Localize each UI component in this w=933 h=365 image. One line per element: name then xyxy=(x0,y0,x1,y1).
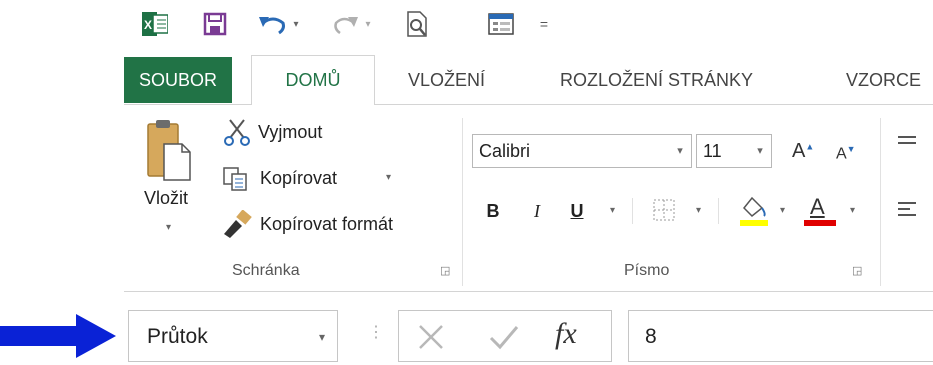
font-color-button[interactable]: A xyxy=(802,194,836,228)
borders-icon[interactable] xyxy=(652,198,678,224)
copy-icon xyxy=(222,166,252,192)
font-name-dropdown-icon[interactable]: ▾ xyxy=(669,135,691,167)
fill-color-icon[interactable] xyxy=(738,194,770,228)
formula-input-value: 8 xyxy=(645,325,657,348)
group-separator xyxy=(462,118,463,286)
clipboard-group-label: Schránka xyxy=(232,262,300,279)
paste-dropdown-icon[interactable]: ▾ xyxy=(166,222,171,233)
paste-button[interactable]: Vložit xyxy=(144,188,188,209)
cut-button[interactable]: Vyjmout xyxy=(258,122,322,143)
grow-font-button[interactable]: A▲ xyxy=(792,140,814,163)
font-color-letter: A xyxy=(810,194,825,219)
undo-icon[interactable] xyxy=(258,10,288,38)
font-dialog-launcher-icon[interactable]: ◲ xyxy=(852,264,862,277)
font-name-combo[interactable]: Calibri ▾ xyxy=(472,134,692,168)
underline-dropdown-icon[interactable]: ▾ xyxy=(610,205,615,216)
clipboard-dialog-launcher-icon[interactable]: ◲ xyxy=(440,264,450,277)
redo-icon[interactable] xyxy=(330,10,360,38)
shrink-font-button[interactable]: A▼ xyxy=(836,144,856,163)
tab-home[interactable]: DOMŮ xyxy=(251,55,375,105)
font-size-combo[interactable]: 11 ▾ xyxy=(696,134,772,168)
name-box-value: Průtok xyxy=(147,325,208,348)
excel-logo-icon: X xyxy=(140,10,170,38)
font-group-label: Písmo xyxy=(624,262,670,279)
save-icon[interactable] xyxy=(200,10,230,38)
cut-icon xyxy=(222,118,252,146)
formula-input[interactable]: 8 xyxy=(628,310,933,362)
name-box[interactable]: Průtok ▾ xyxy=(128,310,338,362)
font-name-value: Calibri xyxy=(479,141,531,161)
align-top-icon[interactable] xyxy=(896,134,920,154)
confirm-entry-icon[interactable] xyxy=(489,323,519,353)
name-box-dropdown-icon[interactable]: ▾ xyxy=(319,311,325,363)
font-color-swatch xyxy=(804,220,836,226)
formula-bar-buttons: fx xyxy=(398,310,612,362)
svg-text:X: X xyxy=(144,18,152,32)
pointer-arrow-icon xyxy=(0,312,116,360)
separator xyxy=(632,198,633,224)
format-painter-icon xyxy=(222,209,254,238)
align-left-icon[interactable] xyxy=(896,200,920,220)
tab-file[interactable]: SOUBOR xyxy=(124,57,232,103)
print-preview-icon[interactable] xyxy=(402,10,432,38)
borders-dropdown-icon[interactable]: ▾ xyxy=(696,205,701,216)
formula-bar-splitter-icon[interactable]: ⋮ xyxy=(368,322,384,342)
fill-color-dropdown-icon[interactable]: ▾ xyxy=(780,205,785,216)
group-separator xyxy=(880,118,881,286)
bold-button[interactable]: B xyxy=(480,196,506,226)
format-painter-button[interactable]: Kopírovat formát xyxy=(260,214,393,235)
font-size-value: 11 xyxy=(703,141,722,161)
font-color-dropdown-icon[interactable]: ▾ xyxy=(850,205,855,216)
customize-qat-icon[interactable]: = xyxy=(536,10,552,38)
copy-dropdown-icon[interactable]: ▾ xyxy=(386,172,391,183)
tab-formulas[interactable]: VZORCE xyxy=(846,57,921,103)
form-icon[interactable] xyxy=(486,10,516,38)
underline-button[interactable]: U xyxy=(566,196,588,226)
tab-page-layout[interactable]: ROZLOŽENÍ STRÁNKY xyxy=(560,57,753,103)
undo-dropdown-icon[interactable]: ▾ xyxy=(290,10,302,38)
insert-function-button[interactable]: fx xyxy=(555,317,577,351)
tab-insert[interactable]: VLOŽENÍ xyxy=(408,57,485,103)
font-size-dropdown-icon[interactable]: ▾ xyxy=(749,135,771,167)
copy-button[interactable]: Kopírovat xyxy=(260,168,337,189)
cancel-entry-icon[interactable] xyxy=(417,323,447,353)
italic-button[interactable]: I xyxy=(526,196,548,226)
separator xyxy=(718,198,719,224)
paste-icon[interactable] xyxy=(142,118,194,182)
redo-dropdown-icon[interactable]: ▾ xyxy=(362,10,374,38)
